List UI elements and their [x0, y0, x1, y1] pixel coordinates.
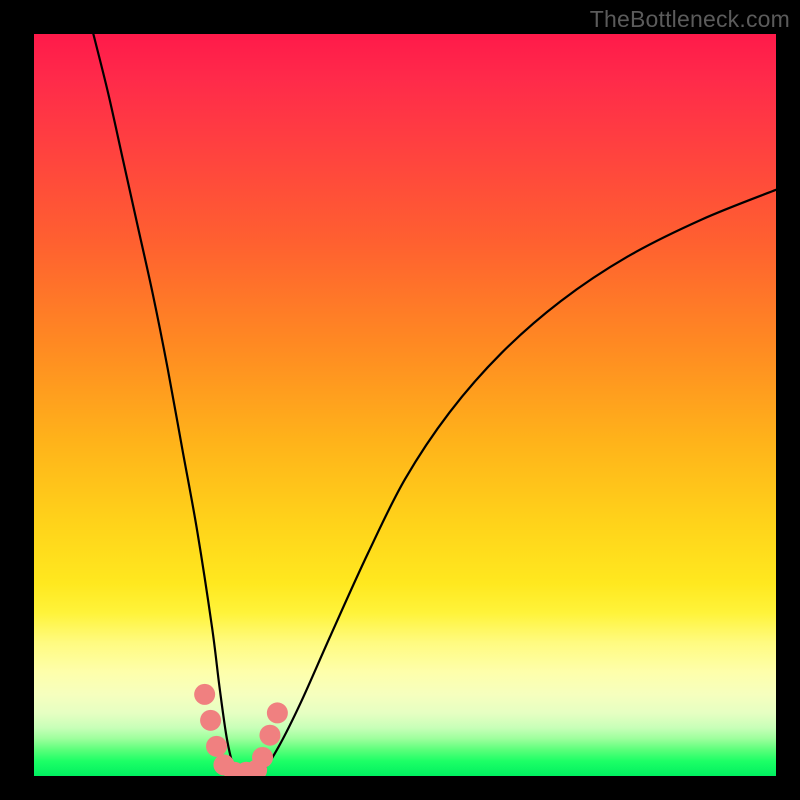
- highlight-dot: [259, 725, 280, 746]
- chart-frame: TheBottleneck.com: [0, 0, 800, 800]
- bottleneck-curve: [93, 34, 776, 776]
- watermark-text: TheBottleneck.com: [590, 6, 790, 33]
- highlight-dot: [200, 710, 221, 731]
- highlight-dot: [267, 702, 288, 723]
- curve-layer: [34, 34, 776, 776]
- highlight-dot: [194, 684, 215, 705]
- plot-area: [34, 34, 776, 776]
- highlight-dot: [252, 747, 273, 768]
- highlight-dots: [194, 684, 288, 776]
- highlight-dot: [206, 736, 227, 757]
